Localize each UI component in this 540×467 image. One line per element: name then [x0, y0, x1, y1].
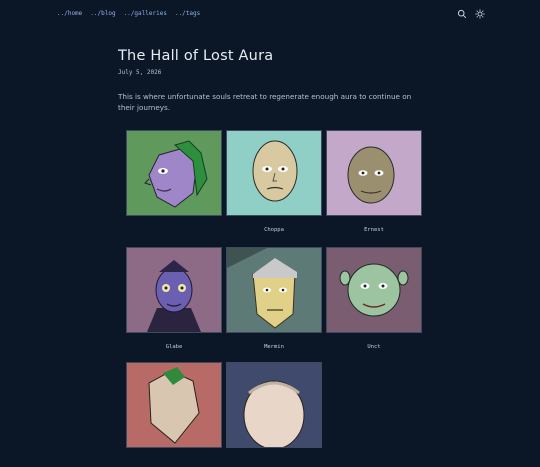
portrait-image: [227, 363, 321, 447]
gallery-image[interactable]: [226, 362, 322, 448]
gallery-item[interactable]: Ernest: [326, 130, 422, 235]
gallery-caption: [126, 227, 222, 235]
gallery-caption: Mermin: [264, 344, 284, 350]
gallery-caption: Ernest: [364, 227, 384, 233]
top-nav: ../home ../blog ../galleries ../tags: [57, 10, 200, 17]
gallery-item[interactable]: [226, 362, 322, 467]
gallery-item[interactable]: Mermin: [226, 247, 322, 352]
gallery-caption: [126, 459, 222, 467]
gallery-item[interactable]: Unct: [326, 247, 422, 352]
gallery-item[interactable]: [126, 362, 222, 467]
gallery-item[interactable]: Choppa: [226, 130, 322, 235]
portrait-image: [227, 248, 321, 332]
gallery-caption: [226, 459, 322, 467]
portrait-image: [327, 248, 421, 332]
page-title: The Hall of Lost Aura: [118, 48, 274, 64]
nav-galleries-link[interactable]: ../galleries: [124, 10, 167, 17]
gallery-grid: Choppa Ernest Glabe Mermin Unct: [126, 130, 426, 448]
gallery-caption: Glabe: [165, 344, 183, 350]
header-actions: [457, 9, 485, 19]
portrait-image: [327, 131, 421, 215]
portrait-image: [127, 131, 221, 215]
intro-paragraph: This is where unfortunate souls retreat …: [118, 92, 412, 112]
portrait-image: [127, 363, 221, 447]
nav-tags-link[interactable]: ../tags: [175, 10, 200, 17]
gallery-image[interactable]: [126, 130, 222, 216]
gallery-item[interactable]: [126, 130, 222, 235]
portrait-image: [127, 248, 221, 332]
sun-icon[interactable]: [475, 9, 485, 19]
nav-blog-link[interactable]: ../blog: [90, 10, 115, 17]
gallery-image[interactable]: [326, 247, 422, 333]
nav-home-link[interactable]: ../home: [57, 10, 82, 17]
gallery-caption: Unct: [367, 344, 381, 350]
post-date: July 5, 2026: [118, 69, 162, 76]
search-icon[interactable]: [457, 9, 467, 19]
gallery-caption: Choppa: [264, 227, 284, 233]
portrait-image: [227, 131, 321, 215]
gallery-item[interactable]: Glabe: [126, 247, 222, 352]
gallery-image[interactable]: [226, 130, 322, 216]
gallery-image[interactable]: [126, 247, 222, 333]
gallery-image[interactable]: [126, 362, 222, 448]
gallery-image[interactable]: [326, 130, 422, 216]
gallery-image[interactable]: [226, 247, 322, 333]
